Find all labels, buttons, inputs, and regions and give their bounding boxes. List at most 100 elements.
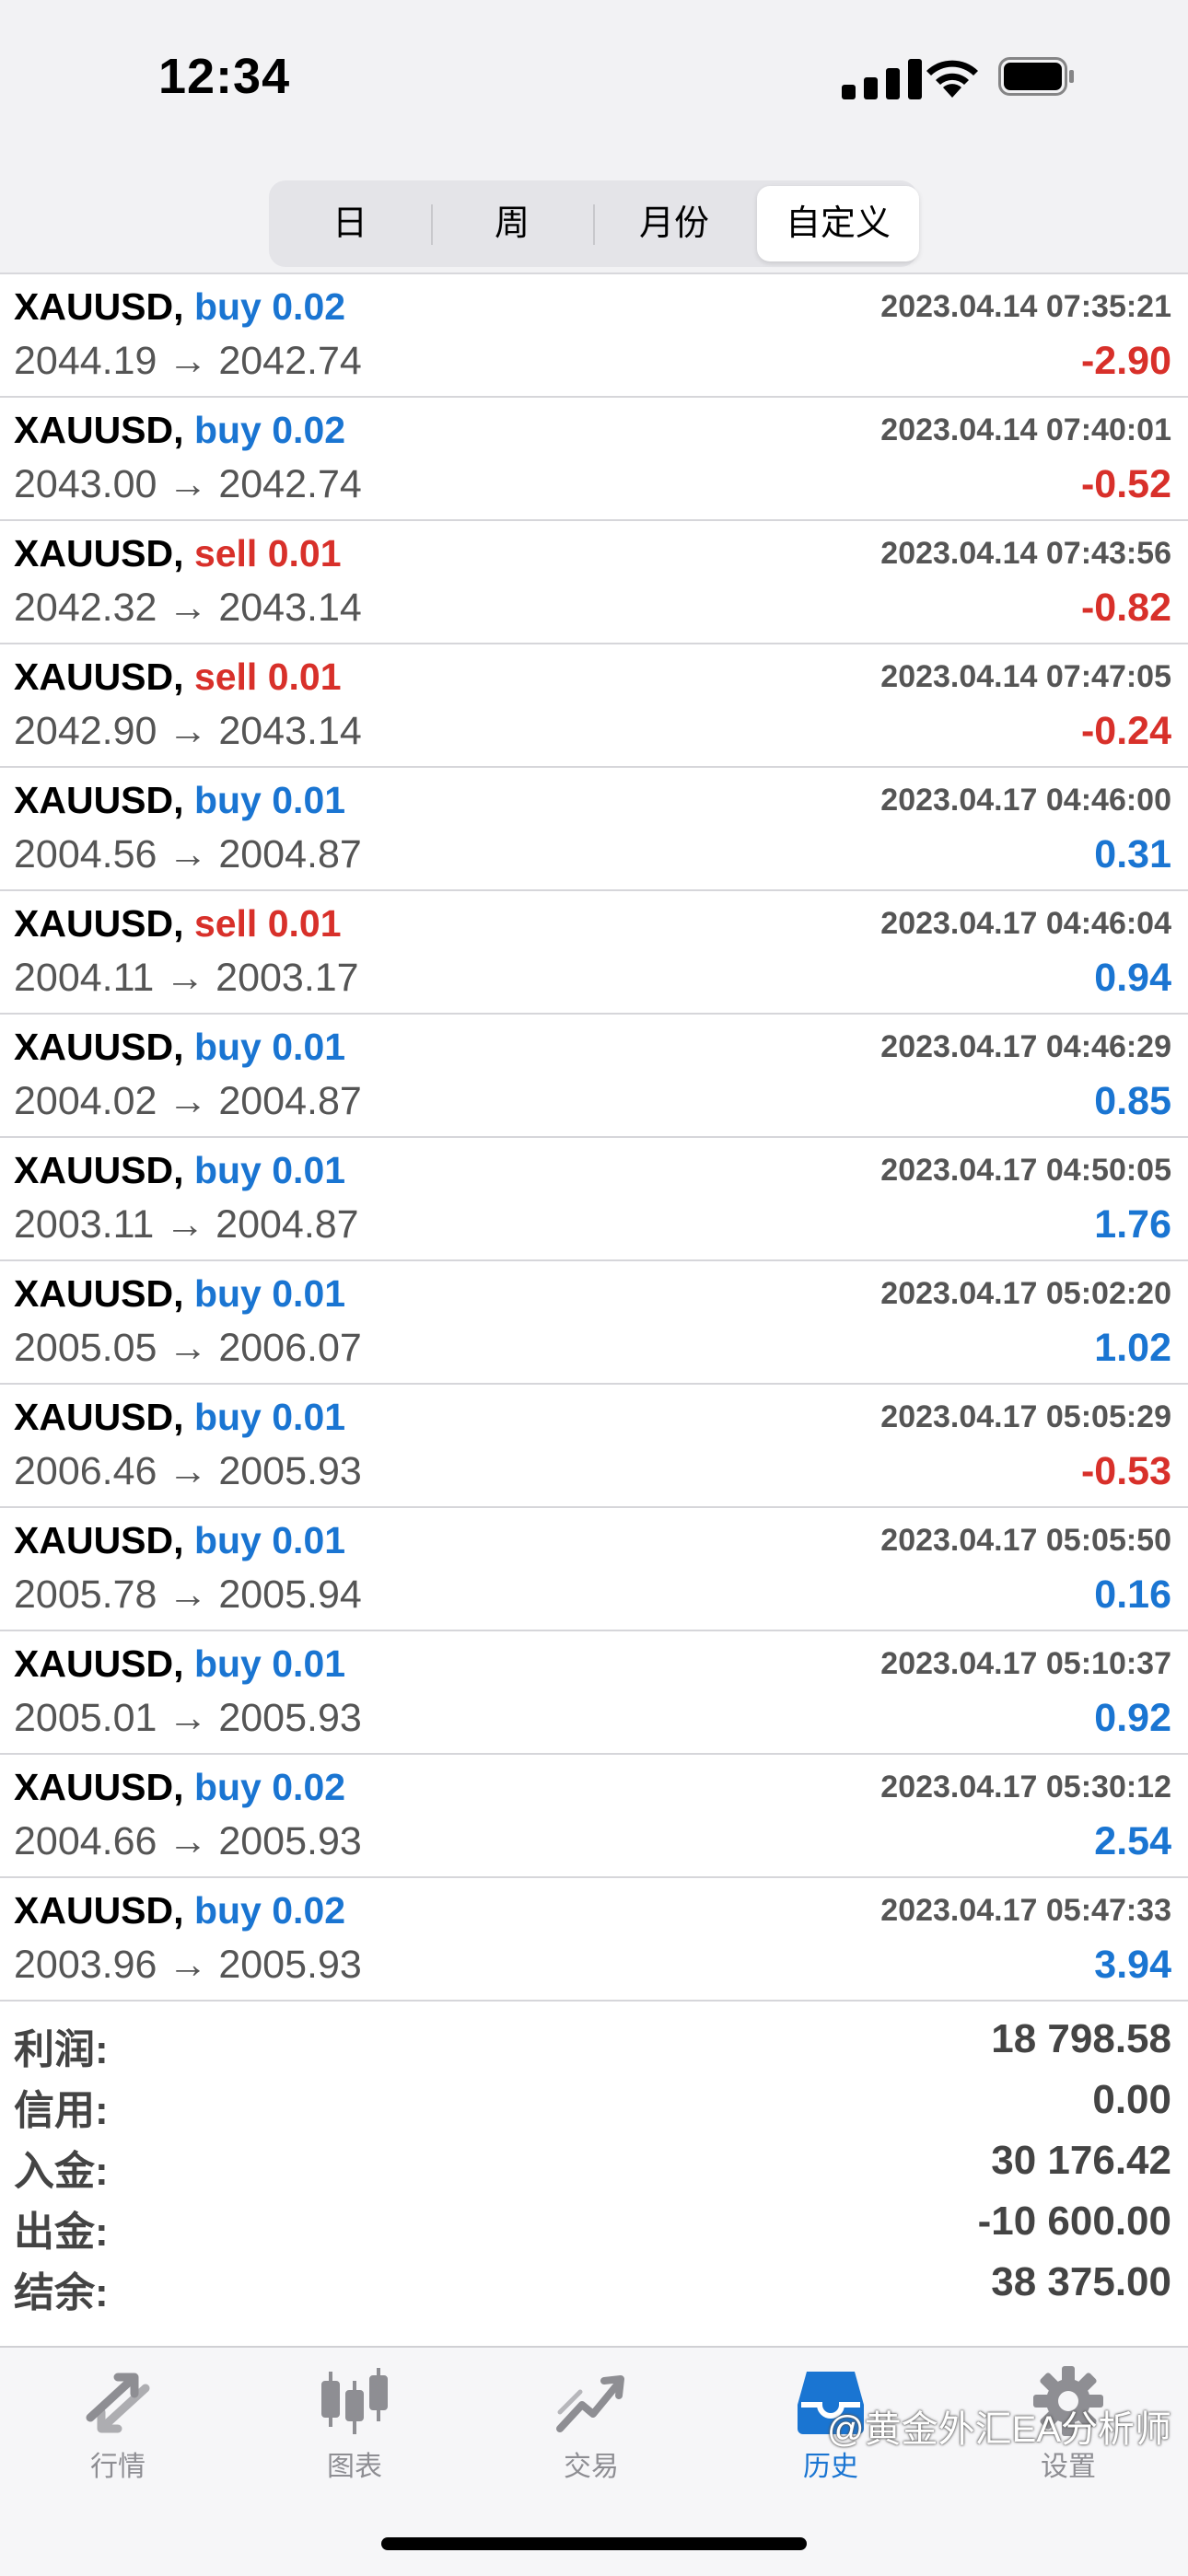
trade-volume: 0.01 — [272, 1519, 346, 1561]
trade-row[interactable]: XAUUSD, sell 0.01 2042.32 → 2043.14 2023.0… — [0, 521, 1188, 644]
trade-side: buy — [193, 1149, 262, 1191]
trade-profit: 0.92 — [1094, 1696, 1171, 1740]
trade-volume: 0.01 — [267, 656, 342, 698]
trade-volume: 0.01 — [267, 532, 342, 574]
trade-row[interactable]: XAUUSD, buy 0.01 2005.01 → 2005.93 2023.04… — [0, 1631, 1188, 1755]
close-price: 2004.87 — [218, 832, 362, 876]
trade-volume: 0.02 — [272, 409, 346, 451]
trade-prices: 2004.02 → 2004.87 — [14, 1079, 362, 1124]
close-price: 2043.14 — [218, 586, 362, 630]
segment-day[interactable]: 日 — [269, 180, 431, 267]
trade-side: buy — [193, 1396, 262, 1438]
trade-symbol: XAUUSD, buy 0.02 — [14, 1889, 345, 1932]
trade-profit: 1.76 — [1094, 1202, 1171, 1247]
candlestick-chart-icon — [321, 2368, 388, 2434]
arrow-icon: → — [168, 1572, 208, 1617]
home-indicator[interactable] — [381, 2537, 807, 2550]
symbol-name: XAUUSD, — [14, 532, 184, 574]
trade-profit: -0.82 — [1080, 586, 1171, 630]
trade-symbol: XAUUSD, sell 0.01 — [14, 902, 342, 946]
arrow-icon: → — [168, 462, 208, 506]
summary-label: 出金: — [14, 2210, 109, 2255]
open-price: 2004.02 — [14, 1079, 157, 1123]
trade-prices: 2004.56 → 2004.87 — [14, 832, 362, 877]
open-price: 2042.90 — [14, 709, 157, 753]
segment-custom[interactable]: 自定义 — [757, 186, 919, 261]
trade-side: sell — [193, 656, 258, 698]
close-price: 2004.87 — [215, 1202, 359, 1247]
trade-prices: 2003.96 → 2005.93 — [14, 1943, 362, 1988]
trade-symbol: XAUUSD, buy 0.01 — [14, 1519, 345, 1562]
trade-row[interactable]: XAUUSD, buy 0.02 2003.96 → 2005.93 2023.04… — [0, 1878, 1188, 2002]
arrow-icon: → — [165, 956, 205, 1000]
segment-week[interactable]: 周 — [431, 180, 593, 267]
summary-label: 信用: — [14, 2088, 109, 2133]
summary-row-deposit: 入金: 30 176.42 — [0, 2138, 1188, 2199]
trade-prices: 2006.46 → 2005.93 — [14, 1449, 362, 1494]
close-price: 2005.93 — [218, 1449, 362, 1493]
trade-row[interactable]: XAUUSD, buy 0.01 2005.05 → 2006.07 2023.04… — [0, 1261, 1188, 1385]
trade-profit: 0.16 — [1094, 1572, 1171, 1617]
open-price: 2042.32 — [14, 586, 157, 630]
arrow-icon: → — [165, 1202, 205, 1247]
trade-time: 2023.04.17 05:30:12 — [880, 1770, 1171, 1804]
trade-prices: 2005.05 → 2006.07 — [14, 1326, 362, 1371]
close-price: 2043.14 — [218, 709, 362, 753]
wifi-icon — [926, 60, 978, 98]
trade-volume: 0.01 — [272, 1642, 346, 1685]
trade-row[interactable]: XAUUSD, buy 0.01 2005.78 → 2005.94 2023.04… — [0, 1508, 1188, 1631]
close-price: 2005.93 — [218, 1819, 362, 1863]
trade-volume: 0.01 — [267, 902, 342, 945]
trade-profit: 0.94 — [1094, 956, 1171, 1000]
trade-time: 2023.04.17 05:05:29 — [880, 1399, 1171, 1434]
close-price: 2042.74 — [218, 462, 362, 506]
account-summary: 利润: 18 798.58 信用: 0.00 入金: 30 176.42 出金: -10 60… — [0, 2016, 1188, 2320]
symbol-name: XAUUSD, — [14, 1396, 184, 1438]
summary-value: 38 375.00 — [991, 2259, 1171, 2304]
trade-row[interactable]: XAUUSD, buy 0.02 2043.00 → 2042.74 2023.04… — [0, 398, 1188, 521]
trade-row[interactable]: XAUUSD, sell 0.01 2042.90 → 2043.14 2023.0… — [0, 644, 1188, 768]
summary-row-credit: 信用: 0.00 — [0, 2077, 1188, 2138]
trade-side: sell — [193, 532, 258, 574]
trade-time: 2023.04.14 07:47:05 — [880, 659, 1171, 694]
trade-prices: 2043.00 → 2042.74 — [14, 462, 362, 507]
trade-symbol: XAUUSD, sell 0.01 — [14, 532, 342, 575]
trade-row[interactable]: XAUUSD, buy 0.01 2006.46 → 2005.93 2023.04… — [0, 1385, 1188, 1508]
trade-row[interactable]: XAUUSD, buy 0.02 2044.19 → 2042.74 2023.04… — [0, 274, 1188, 398]
trade-time: 2023.04.17 04:50:05 — [880, 1153, 1171, 1188]
trade-profit: 3.94 — [1094, 1943, 1171, 1987]
summary-label: 利润: — [14, 2027, 109, 2072]
summary-value: -10 600.00 — [977, 2199, 1171, 2244]
summary-label: 结余: — [14, 2270, 109, 2315]
symbol-name: XAUUSD, — [14, 779, 184, 821]
symbol-name: XAUUSD, — [14, 1889, 184, 1932]
trade-symbol: XAUUSD, buy 0.01 — [14, 1642, 345, 1686]
open-price: 2005.05 — [14, 1326, 157, 1370]
trade-row[interactable]: XAUUSD, buy 0.02 2004.66 → 2005.93 2023.04… — [0, 1755, 1188, 1878]
trade-symbol: XAUUSD, buy 0.02 — [14, 1766, 345, 1809]
tab-label: 图表 — [327, 2452, 382, 2482]
trade-side: buy — [193, 409, 262, 451]
trade-volume: 0.01 — [272, 779, 346, 821]
arrow-icon: → — [168, 1696, 208, 1740]
trade-profit: -0.53 — [1080, 1449, 1171, 1493]
trade-volume: 0.02 — [272, 285, 346, 328]
trade-prices: 2005.78 → 2005.94 — [14, 1572, 362, 1618]
arrow-icon: → — [168, 1943, 208, 1987]
segment-month[interactable]: 月份 — [593, 180, 755, 267]
trade-time: 2023.04.17 05:10:37 — [880, 1646, 1171, 1681]
trade-side: buy — [193, 1766, 262, 1808]
summary-row-withdrawal: 出金: -10 600.00 — [0, 2199, 1188, 2259]
trade-prices: 2003.11 → 2004.87 — [14, 1202, 359, 1247]
symbol-name: XAUUSD, — [14, 1766, 184, 1808]
tab-trade[interactable]: 交易 — [518, 2364, 665, 2493]
symbol-name: XAUUSD, — [14, 1272, 184, 1315]
tab-quotes[interactable]: 行情 — [44, 2364, 192, 2493]
trade-row[interactable]: XAUUSD, sell 0.01 2004.11 → 2003.17 2023.0… — [0, 891, 1188, 1015]
arrow-icon: → — [168, 832, 208, 876]
trade-row[interactable]: XAUUSD, buy 0.01 2004.56 → 2004.87 2023.04… — [0, 768, 1188, 891]
trade-row[interactable]: XAUUSD, buy 0.01 2003.11 → 2004.87 2023.04… — [0, 1138, 1188, 1261]
trade-row[interactable]: XAUUSD, buy 0.01 2004.02 → 2004.87 2023.04… — [0, 1015, 1188, 1138]
tab-chart[interactable]: 图表 — [281, 2364, 428, 2493]
trade-profit: -0.24 — [1080, 709, 1171, 753]
